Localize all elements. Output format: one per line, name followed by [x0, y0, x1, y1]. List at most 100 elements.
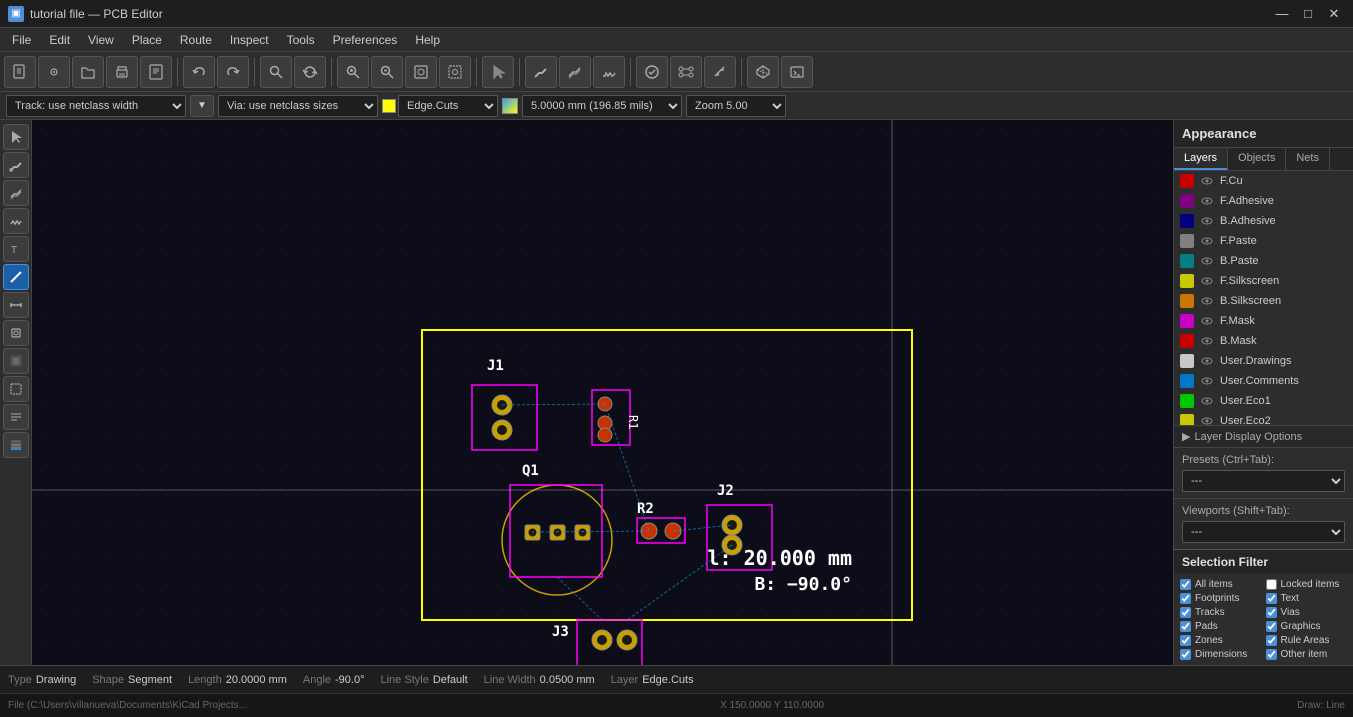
- route-single-tool[interactable]: [3, 152, 29, 178]
- canvas-area[interactable]: J1 R1 Q1 R2: [32, 120, 1173, 665]
- grid-select[interactable]: 5.0000 mm (196.85 mils): [522, 95, 682, 117]
- zoom-fit-button[interactable]: [405, 56, 437, 88]
- scripting-button[interactable]: [781, 56, 813, 88]
- print-button[interactable]: [106, 56, 138, 88]
- layer-visibility-user-comments[interactable]: [1200, 374, 1214, 388]
- draw-mode: Draw: Line: [1297, 700, 1345, 711]
- redo-button[interactable]: [217, 56, 249, 88]
- layer-item-user-eco2[interactable]: User.Eco2: [1174, 411, 1353, 425]
- tune-track-button[interactable]: [593, 56, 625, 88]
- maximize-button[interactable]: □: [1297, 3, 1319, 25]
- add-footprint-tool[interactable]: [3, 320, 29, 346]
- menu-help[interactable]: Help: [407, 31, 448, 49]
- zoom-selection-button[interactable]: [439, 56, 471, 88]
- rule-area-tool[interactable]: [3, 376, 29, 402]
- zoom-select[interactable]: Zoom 5.00: [686, 95, 786, 117]
- menu-preferences[interactable]: Preferences: [325, 31, 406, 49]
- layer-item-f-mask[interactable]: F.Mask: [1174, 311, 1353, 331]
- drc-button[interactable]: [636, 56, 668, 88]
- menu-edit[interactable]: Edit: [41, 31, 78, 49]
- sel-checkbox-other-item[interactable]: [1266, 649, 1277, 660]
- layer-item-f-silkscreen[interactable]: F.Silkscreen: [1174, 271, 1353, 291]
- route-tracks-button[interactable]: [525, 56, 557, 88]
- layer-visibility-b-adhesive[interactable]: [1200, 214, 1214, 228]
- layer-manager-tool[interactable]: [3, 432, 29, 458]
- minimize-button[interactable]: —: [1271, 3, 1293, 25]
- menu-file[interactable]: File: [4, 31, 39, 49]
- add-zone-tool[interactable]: [3, 348, 29, 374]
- sel-checkbox-graphics[interactable]: [1266, 621, 1277, 632]
- tab-layers[interactable]: Layers: [1174, 148, 1228, 170]
- layer-item-b-silkscreen[interactable]: B.Silkscreen: [1174, 291, 1353, 311]
- viewports-select[interactable]: ---: [1182, 521, 1345, 543]
- menu-inspect[interactable]: Inspect: [222, 31, 277, 49]
- layer-item-b-paste[interactable]: B.Paste: [1174, 251, 1353, 271]
- layer-visibility-f-cu[interactable]: [1200, 174, 1214, 188]
- sel-checkbox-vias[interactable]: [1266, 607, 1277, 618]
- layer-item-user-eco1[interactable]: User.Eco1: [1174, 391, 1353, 411]
- track-width-button[interactable]: ▼: [190, 95, 214, 117]
- sel-checkbox-zones[interactable]: [1180, 635, 1191, 646]
- sel-checkbox-tracks[interactable]: [1180, 607, 1191, 618]
- close-button[interactable]: ✕: [1323, 3, 1345, 25]
- sel-item-locked-items: Locked items: [1266, 578, 1348, 591]
- select-mode-button[interactable]: [482, 56, 514, 88]
- search-button[interactable]: [260, 56, 292, 88]
- select-tool[interactable]: [3, 124, 29, 150]
- undo-button[interactable]: [183, 56, 215, 88]
- layer-visibility-f-silkscreen[interactable]: [1200, 274, 1214, 288]
- presets-select[interactable]: ---: [1182, 470, 1345, 492]
- layer-item-b-adhesive[interactable]: B.Adhesive: [1174, 211, 1353, 231]
- sel-checkbox-footprints[interactable]: [1180, 593, 1191, 604]
- add-text-tool[interactable]: T: [3, 236, 29, 262]
- menu-view[interactable]: View: [80, 31, 122, 49]
- menu-route[interactable]: Route: [172, 31, 220, 49]
- sel-checkbox-text[interactable]: [1266, 593, 1277, 604]
- tune-length-tool[interactable]: [3, 208, 29, 234]
- sel-checkbox-rule-areas[interactable]: [1266, 635, 1277, 646]
- cleanup-button[interactable]: [704, 56, 736, 88]
- menu-tools[interactable]: Tools: [279, 31, 323, 49]
- layer-item-f-adhesive[interactable]: F.Adhesive: [1174, 191, 1353, 211]
- layer-visibility-b-mask[interactable]: [1200, 334, 1214, 348]
- via-size-select[interactable]: Via: use netclass sizes: [218, 95, 378, 117]
- sel-checkbox-locked-items[interactable]: [1266, 579, 1277, 590]
- config-button[interactable]: [38, 56, 70, 88]
- plot-button[interactable]: [140, 56, 172, 88]
- track-width-select[interactable]: Track: use netclass width: [6, 95, 186, 117]
- status-bar: Type Drawing Shape Segment Length 20.000…: [0, 665, 1353, 693]
- sel-checkbox-all-items[interactable]: [1180, 579, 1191, 590]
- open-button[interactable]: [72, 56, 104, 88]
- layer-select[interactable]: Edge.Cuts: [398, 95, 498, 117]
- layer-display-options[interactable]: ▶ Layer Display Options: [1174, 425, 1353, 447]
- layer-visibility-b-paste[interactable]: [1200, 254, 1214, 268]
- route-diff-pair-button[interactable]: [559, 56, 591, 88]
- scripting-tool[interactable]: [3, 404, 29, 430]
- 3d-viewer-button[interactable]: [747, 56, 779, 88]
- menu-place[interactable]: Place: [124, 31, 170, 49]
- route-diff-tool[interactable]: [3, 180, 29, 206]
- draw-line-tool[interactable]: [3, 264, 29, 290]
- layer-item-b-mask[interactable]: B.Mask: [1174, 331, 1353, 351]
- layer-item-user-comments[interactable]: User.Comments: [1174, 371, 1353, 391]
- new-button[interactable]: [4, 56, 36, 88]
- layer-visibility-user-drawings[interactable]: [1200, 354, 1214, 368]
- layer-item-user-drawings[interactable]: User.Drawings: [1174, 351, 1353, 371]
- refresh-button[interactable]: [294, 56, 326, 88]
- measure-tool[interactable]: [3, 292, 29, 318]
- sel-checkbox-pads[interactable]: [1180, 621, 1191, 632]
- zoom-in-button[interactable]: [337, 56, 369, 88]
- layer-visibility-b-silkscreen[interactable]: [1200, 294, 1214, 308]
- layer-item-f-paste[interactable]: F.Paste: [1174, 231, 1353, 251]
- layer-visibility-f-mask[interactable]: [1200, 314, 1214, 328]
- tab-objects[interactable]: Objects: [1228, 148, 1286, 170]
- layer-visibility-user-eco2[interactable]: [1200, 414, 1214, 425]
- layer-visibility-f-paste[interactable]: [1200, 234, 1214, 248]
- tab-nets[interactable]: Nets: [1286, 148, 1330, 170]
- netlist-button[interactable]: [670, 56, 702, 88]
- layer-item-f-cu[interactable]: F.Cu: [1174, 171, 1353, 191]
- layer-visibility-user-eco1[interactable]: [1200, 394, 1214, 408]
- zoom-out-button[interactable]: [371, 56, 403, 88]
- layer-visibility-f-adhesive[interactable]: [1200, 194, 1214, 208]
- sel-checkbox-dimensions[interactable]: [1180, 649, 1191, 660]
